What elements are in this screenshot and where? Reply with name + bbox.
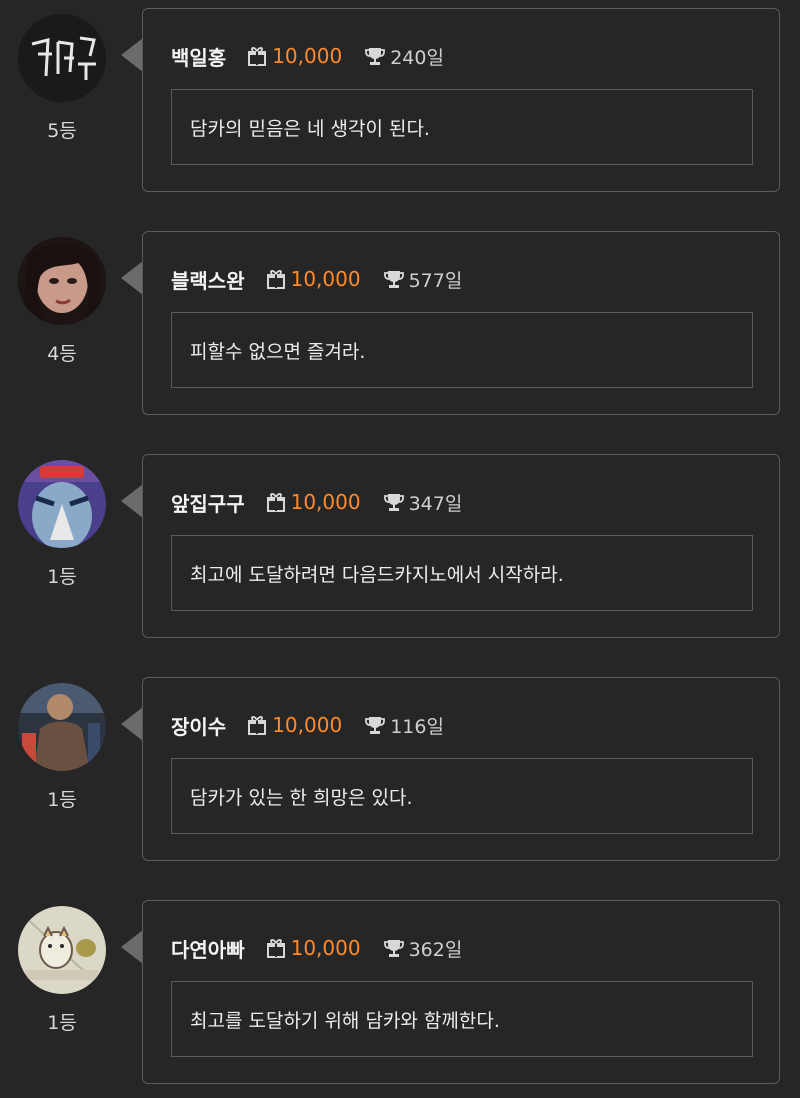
donation-amount: 10,000 [272,713,343,737]
membership-days: 240일 [390,46,444,69]
avatar[interactable] [18,14,106,102]
avatar[interactable] [18,237,106,325]
rank-label: 1등 [47,789,77,811]
membership-days: 116일 [390,715,444,738]
membership-days: 362일 [408,938,463,961]
card-pointer [121,484,143,518]
nickname[interactable]: 다연아빠 [171,934,245,963]
gift-icon [265,937,287,959]
trophy-icon [383,937,405,959]
donation-amount: 10,000 [290,936,361,960]
donation-amount: 10,000 [290,267,361,291]
membership-days: 577일 [408,269,463,292]
membership-days: 347일 [408,492,463,515]
nickname[interactable]: 블랙스완 [171,265,245,294]
message-card: 다연아빠 10,000 362일 최고를 도달하기 위해 담카와 함께한다. [142,900,780,1084]
trophy-icon [364,714,386,736]
feed-entry: 5등 백일홍 10,000 240일 담카의 믿음은 네 생각이 된다. [0,8,800,194]
card-pointer [121,261,143,295]
gift-icon [246,714,268,736]
message-card: 백일홍 10,000 240일 담카의 믿음은 네 생각이 된다. [142,8,780,192]
card-pointer [121,707,143,741]
message-card: 앞집구구 10,000 347일 최고에 도달하려면 다음드카지노에서 시작하라… [142,454,780,638]
trophy-icon [383,491,405,513]
card-meta: 다연아빠 10,000 362일 [171,933,462,963]
card-meta: 앞집구구 10,000 347일 [171,487,462,517]
feed-entry: 1등 앞집구구 10,000 347일 최고에 도달하려면 다음드카지노에서 시… [0,454,800,640]
card-meta: 백일홍 10,000 240일 [171,41,444,71]
card-meta: 장이수 10,000 116일 [171,710,444,740]
gift-icon [265,268,287,290]
card-pointer [121,38,143,72]
nickname[interactable]: 장이수 [171,711,226,740]
feed-entry: 4등 블랙스완 10,000 577일 피할수 없으면 즐겨라. [0,231,800,417]
message-text: 담카의 믿음은 네 생각이 된다. [171,89,753,165]
nickname[interactable]: 백일홍 [171,42,226,71]
rank-label: 1등 [47,1012,77,1034]
feed-entry: 1등 다연아빠 10,000 362일 최고를 도달하기 위해 담카와 함께한다… [0,900,800,1086]
donation-amount: 10,000 [272,44,343,68]
message-text: 담카가 있는 한 희망은 있다. [171,758,753,834]
feed-entry: 1등 장이수 10,000 116일 담카가 있는 한 희망은 있다. [0,677,800,863]
donation-amount: 10,000 [290,490,361,514]
trophy-icon [383,268,405,290]
rank-label: 5등 [47,120,77,142]
nickname[interactable]: 앞집구구 [171,488,245,517]
rank-label: 4등 [47,343,77,365]
trophy-icon [364,45,386,67]
avatar[interactable] [18,906,106,994]
gift-icon [246,45,268,67]
avatar[interactable] [18,683,106,771]
message-text: 최고를 도달하기 위해 담카와 함께한다. [171,981,753,1057]
card-pointer [121,930,143,964]
card-meta: 블랙스완 10,000 577일 [171,264,462,294]
gift-icon [265,491,287,513]
message-text: 피할수 없으면 즐겨라. [171,312,753,388]
message-card: 블랙스완 10,000 577일 피할수 없으면 즐겨라. [142,231,780,415]
avatar[interactable] [18,460,106,548]
message-text: 최고에 도달하려면 다음드카지노에서 시작하라. [171,535,753,611]
rank-label: 1등 [47,566,77,588]
donation-feed: 5등 백일홍 10,000 240일 담카의 믿음은 네 생각이 된다. 4등 … [0,0,800,1098]
message-card: 장이수 10,000 116일 담카가 있는 한 희망은 있다. [142,677,780,861]
